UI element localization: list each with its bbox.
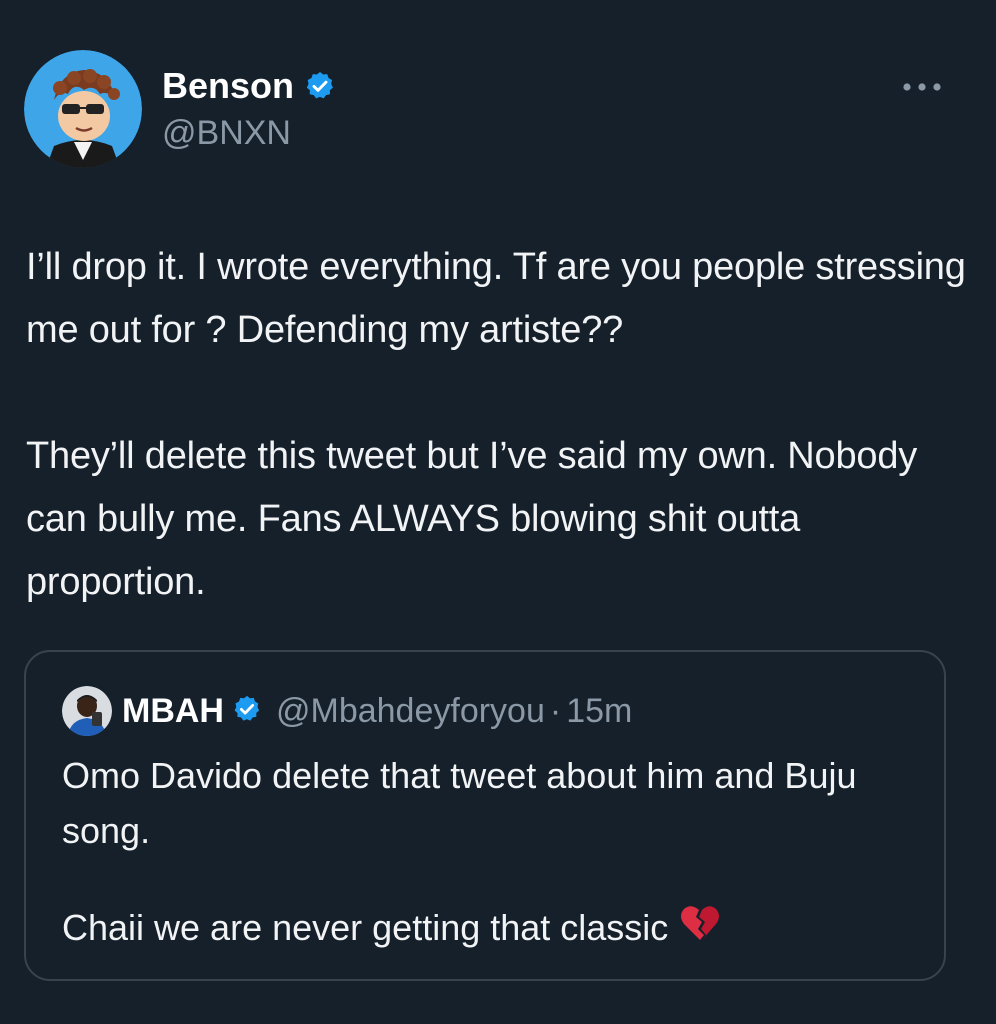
quoted-tweet-last-line-text: Chaii we are never getting that classic [62, 906, 669, 948]
tweet-card: Benson @BNXN I’ll drop it. I wrote every… [0, 0, 996, 1024]
author-avatar[interactable] [24, 50, 142, 168]
author-display-name[interactable]: Benson [162, 65, 294, 107]
quoted-tweet-header: MBAH @Mbahdeyforyou · 15m [62, 682, 632, 740]
quoted-tweet-last-line: Chaii we are never getting that classic [62, 900, 720, 955]
tweet-text: I’ll drop it. I wrote everything. Tf are… [26, 246, 966, 603]
quoted-author-display-name[interactable]: MBAH [122, 692, 224, 731]
quoted-timestamp[interactable]: 15m [566, 692, 632, 731]
quoted-separator: · [549, 691, 562, 730]
quoted-tweet[interactable]: MBAH @Mbahdeyforyou · 15m Omo Davido del… [24, 650, 946, 981]
broken-heart-icon [680, 904, 720, 951]
author-name-row: Benson [162, 64, 336, 108]
quoted-verified-badge-icon [232, 694, 262, 729]
quoted-author-avatar[interactable] [62, 686, 112, 736]
quoted-author-handle[interactable]: @Mbahdeyforyou [276, 692, 545, 731]
verified-badge-icon [304, 70, 336, 102]
quoted-tweet-text: Omo Davido delete that tweet about him a… [62, 755, 857, 851]
author-handle[interactable]: @BNXN [162, 114, 291, 153]
more-options-icon[interactable] [900, 72, 944, 102]
